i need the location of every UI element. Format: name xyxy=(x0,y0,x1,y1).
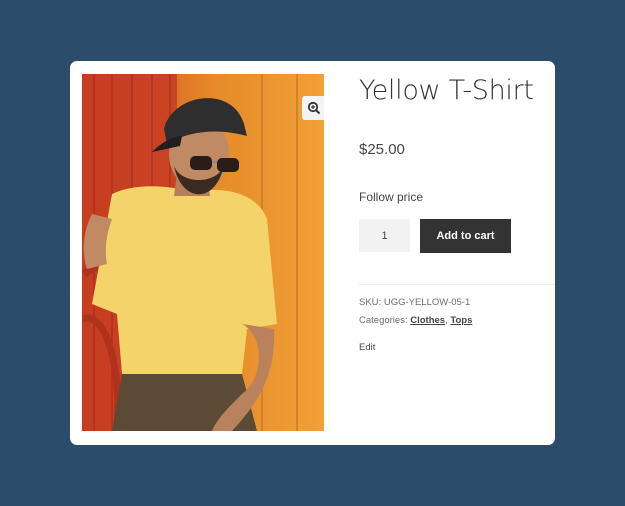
product-photo-illustration xyxy=(82,74,324,431)
category-link-tops[interactable]: Tops xyxy=(450,315,472,326)
product-title: Yellow T-Shirt xyxy=(359,75,534,106)
category-link-clothes[interactable]: Clothes xyxy=(410,315,445,326)
product-image[interactable] xyxy=(82,74,324,431)
add-to-cart-button[interactable]: Add to cart xyxy=(420,219,511,253)
product-card: Yellow T-Shirt $25.00 Follow price Add t… xyxy=(70,61,555,445)
zoom-button[interactable] xyxy=(302,96,324,120)
follow-price-link[interactable]: Follow price xyxy=(359,190,423,204)
sku-value: UGG-YELLOW-05-1 xyxy=(383,297,471,308)
divider xyxy=(359,284,555,285)
magnifier-zoom-icon xyxy=(307,101,321,115)
categories-line: Categories: Clothes, Tops xyxy=(359,315,472,326)
edit-link[interactable]: Edit xyxy=(359,342,375,353)
quantity-input[interactable] xyxy=(359,219,410,252)
sku-label: SKU: xyxy=(359,297,382,308)
sku-line: SKU: UGG-YELLOW-05-1 xyxy=(359,297,470,308)
categories-label: Categories: xyxy=(359,315,408,326)
category-separator: , xyxy=(445,315,448,326)
product-price: $25.00 xyxy=(359,141,405,158)
